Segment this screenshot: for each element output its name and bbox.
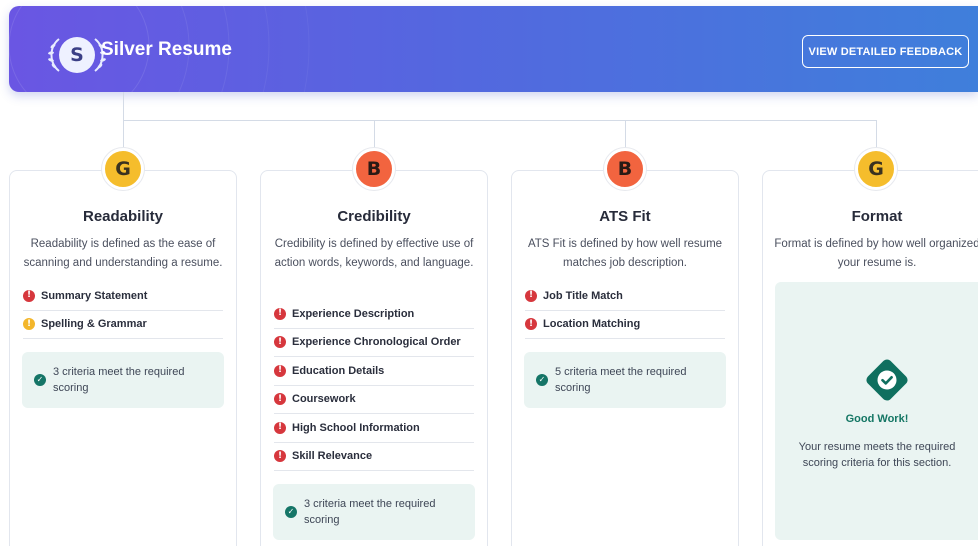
criteria-item[interactable]: ! Summary Statement bbox=[23, 282, 223, 311]
criteria-item[interactable]: ! Education Details bbox=[274, 357, 474, 386]
good-work-box: Good Work! Your resume meets the require… bbox=[775, 282, 978, 540]
criteria-label: Summary Statement bbox=[41, 289, 148, 302]
card-description: Credibility is defined by effective use … bbox=[274, 238, 474, 269]
criteria-met-text: 3 criteria meet the required scoring bbox=[53, 366, 185, 394]
card-title: Credibility bbox=[337, 208, 411, 225]
criteria-label: Spelling & Grammar bbox=[41, 318, 147, 331]
alert-icon: ! bbox=[525, 318, 537, 331]
criteria-item[interactable]: ! Skill Relevance bbox=[274, 443, 474, 471]
alert-icon: ! bbox=[274, 336, 286, 349]
alert-icon: ! bbox=[274, 364, 286, 377]
criteria-label: Education Details bbox=[292, 364, 385, 377]
category-card-format: Format Format is defined by how well org… bbox=[762, 170, 978, 546]
alert-icon: ! bbox=[274, 307, 286, 320]
card-title: ATS Fit bbox=[599, 208, 651, 225]
good-work-title: Good Work! bbox=[845, 413, 909, 425]
criteria-item[interactable]: ! Location Matching bbox=[525, 311, 725, 339]
criteria-label: Location Matching bbox=[543, 318, 641, 331]
category-card-readability: Readability Readability is defined as th… bbox=[9, 170, 237, 546]
badge-letter: S bbox=[59, 37, 95, 73]
criteria-item[interactable]: ! Spelling & Grammar bbox=[23, 311, 223, 339]
connector-line bbox=[625, 120, 626, 148]
grade-badge-readability: G bbox=[102, 148, 144, 190]
check-diamond-icon bbox=[866, 359, 908, 401]
criteria-list: ! Experience Description ! Experience Chro… bbox=[274, 300, 474, 471]
criteria-item[interactable]: ! Experience Chronological Order bbox=[274, 329, 474, 357]
check-circle-icon: ✓ bbox=[34, 374, 46, 386]
card-description: Format is defined by how well organized … bbox=[774, 238, 978, 269]
criteria-item[interactable]: ! Experience Description bbox=[274, 300, 474, 329]
good-work-text: Your resume meets the required scoring c… bbox=[798, 441, 956, 469]
view-detailed-feedback-button[interactable]: VIEW DETAILED FEEDBACK bbox=[802, 35, 969, 68]
alert-icon: ! bbox=[274, 421, 286, 434]
card-title: Readability bbox=[82, 208, 164, 225]
criteria-item[interactable]: ! High School Information bbox=[274, 414, 474, 443]
connector-line bbox=[123, 120, 124, 148]
criteria-label: Coursework bbox=[292, 393, 356, 406]
warning-icon: ! bbox=[23, 318, 35, 331]
card-description: Readability is defined as the ease of sc… bbox=[23, 238, 223, 269]
grade-badge-ats-fit: B bbox=[604, 148, 646, 190]
criteria-met-text: 5 criteria meet the required scoring bbox=[555, 366, 687, 394]
criteria-label: Skill Relevance bbox=[292, 450, 373, 463]
alert-icon: ! bbox=[274, 450, 286, 463]
grade-badge-format: G bbox=[855, 148, 897, 190]
criteria-met-box: ✓ 3 criteria meet the required scoring bbox=[273, 484, 475, 540]
resume-banner: S Silver Resume VIEW DETAILED FEEDBACK bbox=[9, 6, 978, 92]
alert-icon: ! bbox=[23, 289, 35, 302]
check-circle-icon: ✓ bbox=[285, 506, 297, 518]
criteria-label: Experience Chronological Order bbox=[292, 336, 461, 349]
connector-line bbox=[876, 120, 877, 148]
category-card-ats-fit: ATS Fit ATS Fit is defined by how well r… bbox=[511, 170, 739, 546]
silver-badge: S bbox=[47, 35, 107, 75]
criteria-list: ! Job Title Match ! Location Matching bbox=[525, 282, 725, 339]
connector-line bbox=[123, 92, 124, 120]
resume-level-title: Silver Resume bbox=[101, 39, 232, 60]
criteria-item[interactable]: ! Job Title Match bbox=[525, 282, 725, 311]
check-circle-icon: ✓ bbox=[536, 374, 548, 386]
criteria-met-box: ✓ 5 criteria meet the required scoring bbox=[524, 352, 726, 408]
card-title: Format bbox=[851, 208, 903, 225]
criteria-label: Experience Description bbox=[292, 307, 415, 320]
criteria-met-box: ✓ 3 criteria meet the required scoring bbox=[22, 352, 224, 408]
criteria-list: ! Summary Statement ! Spelling & Grammar bbox=[23, 282, 223, 339]
connector-line bbox=[123, 120, 877, 121]
criteria-met-text: 3 criteria meet the required scoring bbox=[304, 498, 436, 526]
alert-icon: ! bbox=[274, 393, 286, 406]
criteria-item[interactable]: ! Coursework bbox=[274, 386, 474, 414]
criteria-label: Job Title Match bbox=[543, 289, 623, 302]
card-description: ATS Fit is defined by how well resume ma… bbox=[527, 238, 723, 269]
alert-icon: ! bbox=[525, 289, 537, 302]
grade-badge-credibility: B bbox=[353, 148, 395, 190]
connector-line bbox=[374, 120, 375, 148]
category-card-credibility: Credibility Credibility is defined by ef… bbox=[260, 170, 488, 546]
criteria-label: High School Information bbox=[292, 421, 420, 434]
